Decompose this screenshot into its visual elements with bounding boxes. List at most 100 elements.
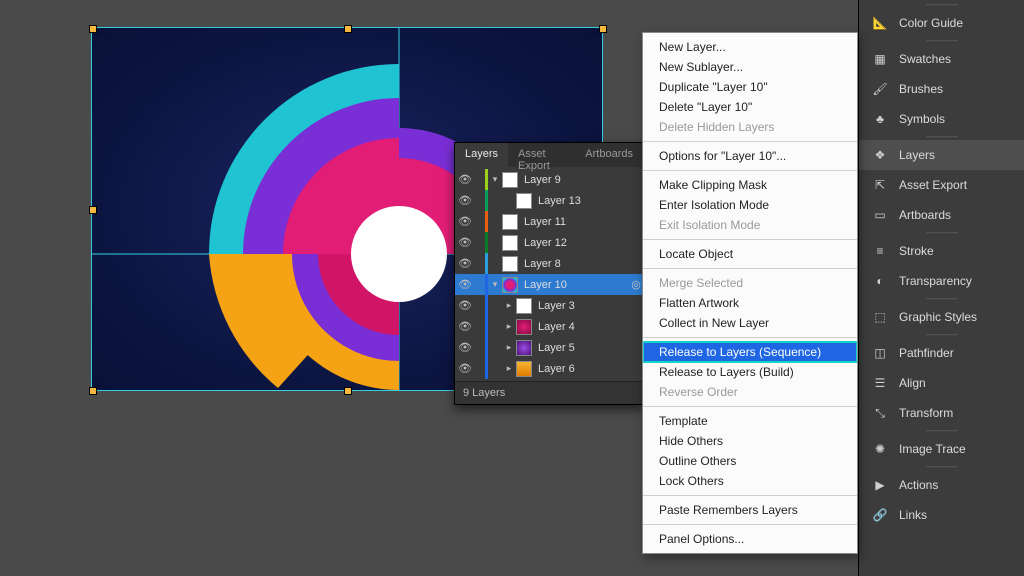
panel-badge-swatches[interactable]: ▦Swatches	[859, 44, 1024, 74]
panel-badge-brushes[interactable]: 🖌 Brushes	[859, 74, 1024, 104]
target-icon[interactable]: ◎	[629, 278, 643, 291]
resize-handle-tl[interactable]	[89, 25, 97, 33]
disclosure-triangle-icon[interactable]: ▸	[502, 321, 516, 332]
transparency-icon: ◐	[871, 273, 889, 289]
panel-badge-color-guide[interactable]: 📐Color Guide	[859, 8, 1024, 38]
layer-thumbnail	[502, 256, 518, 272]
menu-item[interactable]: New Layer...	[643, 37, 857, 57]
layer-row[interactable]: 👁 ▾ Layer 10◎	[455, 274, 643, 295]
menu-item[interactable]: Hide Others	[643, 431, 857, 451]
layer-thumbnail	[502, 172, 518, 188]
layer-name-label: Layer 5	[538, 342, 643, 354]
panel-badge-layers[interactable]: ❖Layers	[859, 140, 1024, 170]
tab-artboards[interactable]: Artboards	[575, 143, 643, 167]
resize-handle-ml[interactable]	[89, 206, 97, 214]
layer-row[interactable]: 👁 ▸ Layer 4	[455, 316, 643, 337]
menu-item[interactable]: Delete "Layer 10"	[643, 97, 857, 117]
layer-thumbnail	[502, 277, 518, 293]
layers-icon: ❖	[871, 147, 889, 163]
panel-badge-label: Symbols	[899, 112, 945, 126]
menu-item[interactable]: Collect in New Layer	[643, 313, 857, 333]
layer-row[interactable]: 👁▾Layer 9	[455, 169, 643, 190]
panel-badge-label: Transparency	[899, 274, 972, 288]
resize-handle-bm[interactable]	[344, 387, 352, 395]
disclosure-triangle-icon[interactable]: ▾	[488, 174, 502, 185]
disclosure-triangle-icon[interactable]: ▾	[488, 279, 502, 290]
panel-badge-graphic-styles[interactable]: ⬚ Graphic Styles	[859, 302, 1024, 332]
resize-handle-bl[interactable]	[89, 387, 97, 395]
visibility-toggle-icon[interactable]: 👁	[455, 278, 475, 291]
menu-item[interactable]: Release to Layers (Build)	[643, 362, 857, 382]
menu-item[interactable]: Outline Others	[643, 451, 857, 471]
resize-handle-tr[interactable]	[599, 25, 607, 33]
visibility-toggle-icon[interactable]: 👁	[455, 236, 475, 249]
menu-item[interactable]: Duplicate "Layer 10"	[643, 77, 857, 97]
layer-row[interactable]: 👁Layer 13	[455, 190, 643, 211]
tab-layers[interactable]: Layers	[455, 143, 508, 167]
layer-color-swatch	[485, 253, 488, 274]
pathfinder-icon: ◫	[871, 345, 889, 361]
panel-badge-artboards[interactable]: ▭Artboards	[859, 200, 1024, 230]
layer-row[interactable]: 👁 ▸ Layer 5	[455, 337, 643, 358]
menu-separator	[643, 495, 857, 496]
panel-badge-asset-export[interactable]: ⇱Asset Export	[859, 170, 1024, 200]
menu-item[interactable]: Paste Remembers Layers	[643, 500, 857, 520]
panel-badge-transform[interactable]: ⤡Transform	[859, 398, 1024, 428]
menu-item[interactable]: Options for "Layer 10"...	[643, 146, 857, 166]
menu-item[interactable]: Lock Others	[643, 471, 857, 491]
layer-row[interactable]: 👁 ▸ Layer 3	[455, 295, 643, 316]
panel-badge-label: Brushes	[899, 82, 943, 96]
layer-thumbnail	[516, 193, 532, 209]
visibility-toggle-icon[interactable]: 👁	[455, 194, 475, 207]
visibility-toggle-icon[interactable]: 👁	[455, 215, 475, 228]
visibility-toggle-icon[interactable]: 👁	[455, 299, 475, 312]
layer-row[interactable]: 👁Layer 11	[455, 211, 643, 232]
visibility-toggle-icon[interactable]: 👁	[455, 320, 475, 333]
disclosure-triangle-icon[interactable]: ▸	[502, 300, 516, 311]
panel-badge-label: Color Guide	[899, 16, 963, 30]
panel-badge-label: Graphic Styles	[899, 310, 977, 324]
layer-name-label: Layer 4	[538, 321, 643, 333]
layer-name-label: Layer 3	[538, 300, 643, 312]
panel-badge-pathfinder[interactable]: ◫Pathfinder	[859, 338, 1024, 368]
layer-name-label: Layer 12	[524, 237, 643, 249]
panel-badge-stroke[interactable]: ≡Stroke	[859, 236, 1024, 266]
menu-item[interactable]: Panel Options...	[643, 529, 857, 549]
layer-color-swatch	[485, 316, 488, 337]
visibility-toggle-icon[interactable]: 👁	[455, 173, 475, 186]
layer-row[interactable]: 👁 Layer 12	[455, 232, 643, 253]
disclosure-triangle-icon[interactable]: ▸	[502, 342, 516, 353]
layer-color-swatch	[485, 190, 488, 211]
links-icon: 🔗	[871, 507, 889, 523]
menu-item[interactable]: Make Clipping Mask	[643, 175, 857, 195]
brushes-icon: 🖌	[871, 81, 889, 97]
layer-thumbnail	[516, 298, 532, 314]
menu-item[interactable]: Template	[643, 411, 857, 431]
disclosure-triangle-icon[interactable]: ▸	[502, 363, 516, 374]
menu-separator	[643, 406, 857, 407]
panel-badge-symbols[interactable]: ♣ Symbols	[859, 104, 1024, 134]
visibility-toggle-icon[interactable]: 👁	[455, 341, 475, 354]
layer-name-label: Layer 10	[524, 279, 629, 291]
menu-item[interactable]: Flatten Artwork	[643, 293, 857, 313]
visibility-toggle-icon[interactable]: 👁	[455, 257, 475, 270]
visibility-toggle-icon[interactable]: 👁	[455, 362, 475, 375]
menu-item[interactable]: Locate Object	[643, 244, 857, 264]
panel-badge-transparency[interactable]: ◐ Transparency	[859, 266, 1024, 296]
panel-badge-align[interactable]: ☰Align	[859, 368, 1024, 398]
symbols-icon: ♣	[871, 111, 889, 127]
layer-row[interactable]: 👁▸Layer 6	[455, 358, 643, 379]
resize-handle-tm[interactable]	[344, 25, 352, 33]
graphic-styles-icon: ⬚	[871, 309, 889, 325]
layer-name-label: Layer 8	[524, 258, 643, 270]
panel-badge-links[interactable]: 🔗Links	[859, 500, 1024, 530]
menu-item[interactable]: New Sublayer...	[643, 57, 857, 77]
panel-badge-actions[interactable]: ▶Actions	[859, 470, 1024, 500]
menu-item[interactable]: Release to Layers (Sequence)	[643, 342, 857, 362]
layer-row[interactable]: 👁 Layer 8	[455, 253, 643, 274]
menu-item[interactable]: Enter Isolation Mode	[643, 195, 857, 215]
tab-asset-export[interactable]: Asset Export	[508, 143, 575, 167]
right-panel-dock: 📐Color Guide ▦Swatches 🖌 Brushes ♣ Symbols ❖La…	[858, 0, 1024, 576]
panel-badge-image-trace[interactable]: ✺Image Trace	[859, 434, 1024, 464]
menu-separator	[643, 268, 857, 269]
